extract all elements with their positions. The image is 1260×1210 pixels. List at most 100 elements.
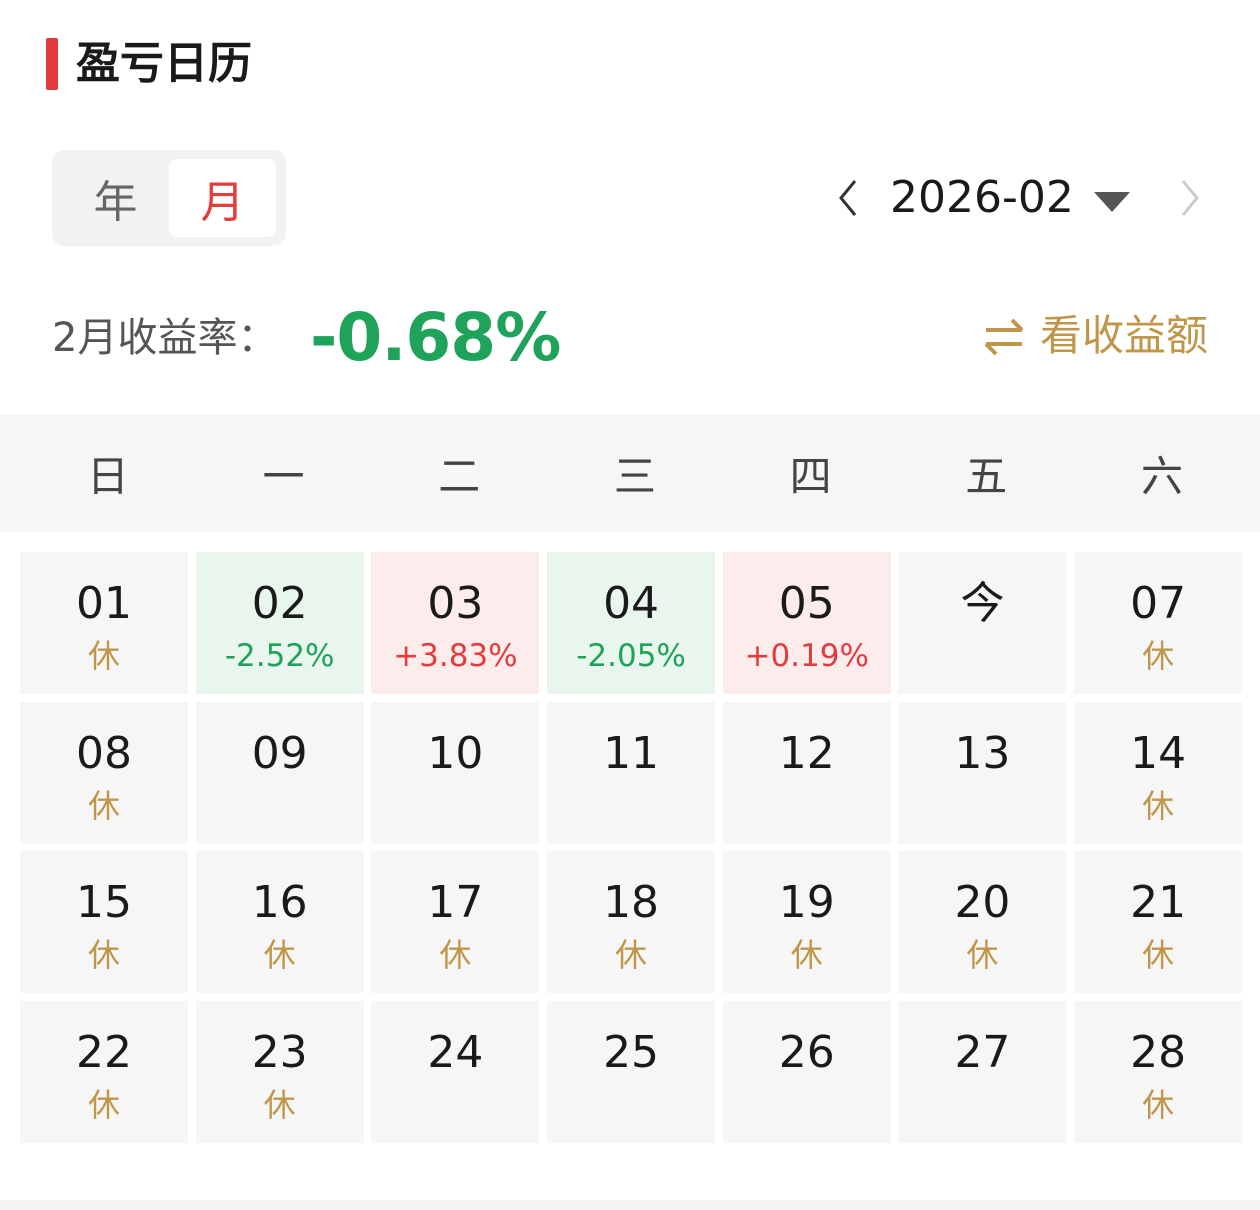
rest-day-label: 休 [263,936,296,974]
title-accent-bar [46,38,58,90]
day-cell[interactable]: 22 休 [20,1000,188,1143]
day-number: 12 [778,727,835,779]
day-return: -2.05% [576,638,686,674]
day-number: 04 [603,578,660,629]
day-number: 07 [1130,578,1187,629]
rest-day-label: 休 [263,1085,296,1124]
day-cell[interactable]: 02 -2.52% [195,552,364,694]
month-selector[interactable]: 2026-02 [890,150,1074,246]
weekday-label: 日 [86,451,129,501]
day-number: 22 [76,1026,132,1078]
day-number: 26 [778,1026,835,1078]
day-cell[interactable]: 04 -2.05% [547,552,716,694]
day-cell[interactable]: 07 休 [1074,552,1243,694]
rest-day-label: 休 [1142,936,1175,974]
day-return: -2.52% [224,638,335,674]
day-cell[interactable]: 20 休 [898,851,1067,993]
weekday-label: 二 [438,451,481,501]
rest-day-label: 休 [87,637,120,675]
rest-day-label: 休 [1142,786,1175,825]
monthly-return-label: 2月收益率： [52,315,278,361]
weekday-label: 六 [1140,451,1183,501]
day-number: 01 [76,578,132,629]
day-cell[interactable]: 11 [547,701,716,844]
day-cell[interactable]: 26 [722,1000,891,1143]
day-cell[interactable]: 18 休 [547,851,716,993]
day-cell[interactable]: 23 休 [195,1000,364,1143]
day-number: 20 [954,877,1011,928]
rest-day-label: 休 [966,936,999,974]
day-number: 17 [427,877,484,928]
view-amount-toggle[interactable]: 看收益额 [982,306,1208,366]
day-cell[interactable]: 09 [195,701,364,844]
day-cell[interactable]: 28 休 [1074,1000,1243,1143]
day-cell[interactable]: 03 +3.83% [371,552,540,694]
day-cell[interactable]: 24 [371,1000,540,1143]
day-cell[interactable]: 15 休 [20,851,188,993]
day-cell[interactable]: 08 休 [20,701,188,844]
calendar-grid: 01 休 02 -2.52% 03 +3.83% 04 -2.05% 05 +0.19% 今 07 休 0… [20,552,1243,1143]
day-number: 27 [954,1026,1011,1078]
weekday-label: 四 [789,451,832,501]
day-cell[interactable]: 19 休 [722,851,891,993]
month-tab[interactable]: 月 [169,159,276,237]
page-title: 盈亏日历 [76,38,252,89]
day-number: 19 [778,877,835,928]
rest-day-label: 休 [1142,637,1175,675]
day-cell[interactable]: 16 休 [195,851,364,993]
rest-day-label: 休 [439,936,472,974]
day-number: 23 [251,1026,308,1078]
rest-day-label: 休 [1142,1085,1175,1124]
period-toggle: 年 月 [52,150,286,246]
section-header: 盈亏日历 [46,38,252,90]
day-number: 28 [1130,1026,1187,1078]
day-number: 10 [427,727,484,779]
weekday-label: 三 [613,451,656,501]
day-cell[interactable]: 05 +0.19% [722,552,891,694]
chevron-left-icon [839,180,857,216]
weekday-header: 日一二三四五六 [0,414,1260,532]
day-number: 14 [1130,727,1187,779]
day-number: 25 [603,1026,660,1078]
day-number: 08 [76,727,132,779]
day-cell-today[interactable]: 今 [898,552,1067,694]
rest-day-label: 休 [790,936,823,974]
day-cell[interactable]: 17 休 [371,851,540,993]
day-cell[interactable]: 01 休 [20,552,188,694]
month-dropdown-button[interactable] [1092,186,1132,216]
bottom-divider [0,1200,1260,1210]
day-number: 02 [251,578,308,629]
weekday-label: 一 [262,451,305,501]
rest-day-label: 休 [87,936,120,974]
day-number: 11 [603,727,660,779]
next-month-button[interactable] [1170,150,1210,246]
day-number: 24 [427,1026,484,1078]
day-cell[interactable]: 21 休 [1074,851,1243,993]
caret-down-icon [1094,192,1130,212]
rest-day-label: 休 [615,936,648,974]
day-number: 03 [427,578,484,629]
day-number: 16 [251,877,308,928]
rest-day-label: 休 [87,1085,120,1124]
rest-day-label: 休 [87,786,120,825]
day-cell[interactable]: 12 [722,701,891,844]
day-number: 18 [603,877,660,928]
day-number: 今 [960,578,1005,629]
day-number: 13 [954,727,1011,779]
day-number: 05 [778,578,835,629]
day-cell[interactable]: 27 [898,1000,1067,1143]
view-amount-label: 看收益额 [1039,311,1208,360]
swap-icon [984,318,1024,356]
year-tab[interactable]: 年 [62,159,169,237]
prev-month-button[interactable] [828,150,868,246]
day-cell[interactable]: 25 [547,1000,716,1143]
day-number: 09 [251,727,308,779]
day-return: +3.83% [393,638,518,674]
day-cell[interactable]: 14 休 [1074,701,1243,844]
day-cell[interactable]: 10 [371,701,540,844]
monthly-return-value: -0.68% [310,299,561,376]
profit-loss-calendar-page: 盈亏日历 年 月 2026-02 2月收益率： -0.68% 看收益额 日 一 二 三… [0,0,1260,1210]
day-return: +0.19% [744,638,869,674]
day-number: 15 [76,877,132,928]
day-cell[interactable]: 13 [898,701,1067,844]
